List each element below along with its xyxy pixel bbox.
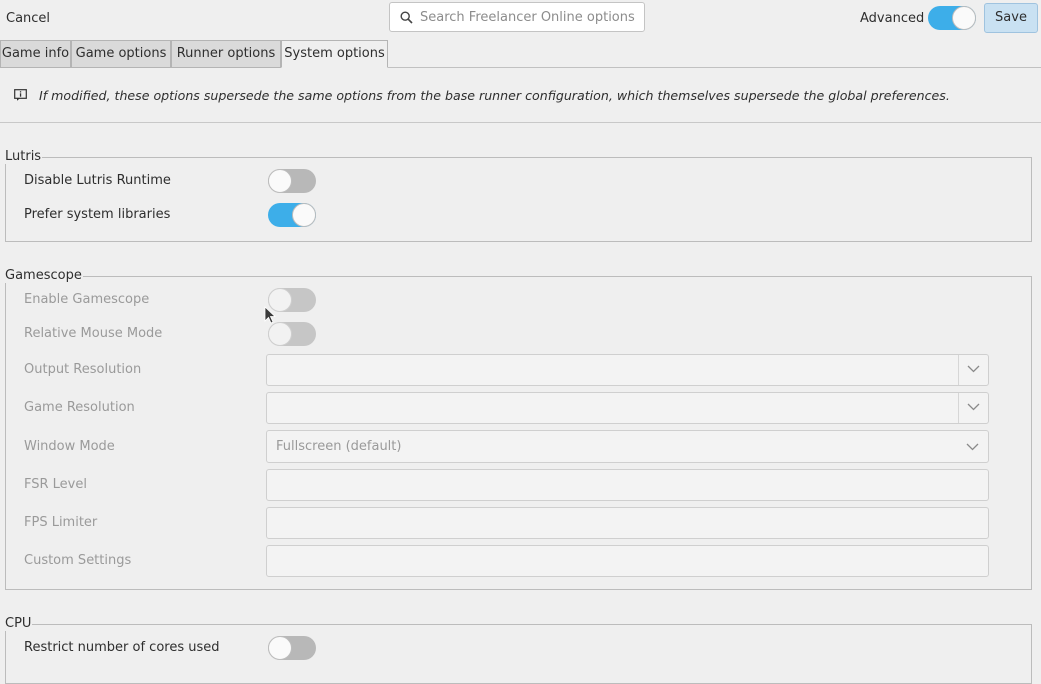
search-input[interactable] [420, 8, 638, 27]
toggle-knob [292, 203, 316, 227]
cancel-button[interactable]: Cancel [6, 11, 50, 26]
save-button[interactable]: Save [984, 3, 1038, 33]
chevron-down-icon [966, 443, 979, 451]
toggle-knob [268, 322, 292, 346]
advanced-toggle[interactable] [928, 6, 976, 30]
fsr-level-input[interactable] [266, 469, 989, 501]
toggle-knob [268, 636, 292, 660]
search-icon [400, 11, 413, 24]
prefer-system-libs-toggle[interactable] [268, 203, 316, 227]
info-message: If modified, these options supersede the… [39, 88, 950, 103]
info-icon [14, 89, 27, 101]
enable-gamescope-label: Enable Gamescope [24, 292, 150, 307]
chevron-down-icon [967, 403, 980, 411]
output-resolution-label: Output Resolution [24, 362, 142, 377]
tab-runner-options[interactable]: Runner options [171, 40, 281, 68]
mouse-cursor-icon [264, 306, 276, 324]
tab-game-options[interactable]: Game options [71, 40, 171, 68]
relative-mouse-toggle[interactable] [268, 322, 316, 346]
restrict-cores-toggle[interactable] [268, 636, 316, 660]
disable-runtime-label: Disable Lutris Runtime [24, 173, 171, 188]
cpu-section-title: CPU [5, 616, 33, 631]
restrict-cores-label: Restrict number of cores used [24, 640, 220, 655]
output-resolution-combo[interactable] [266, 354, 989, 386]
window-mode-value: Fullscreen (default) [276, 439, 402, 454]
lutris-section [5, 157, 1032, 242]
custom-settings-label: Custom Settings [24, 553, 132, 568]
game-resolution-combo[interactable] [266, 392, 989, 424]
relative-mouse-label: Relative Mouse Mode [24, 326, 163, 341]
fsr-level-label: FSR Level [24, 477, 87, 492]
window-mode-select[interactable]: Fullscreen (default) [266, 430, 989, 463]
custom-settings-input[interactable] [266, 545, 989, 577]
info-divider [0, 122, 1041, 123]
toggle-knob [268, 169, 292, 193]
chevron-down-icon [967, 365, 980, 373]
window-mode-label: Window Mode [24, 439, 115, 454]
tab-system-options[interactable]: System options [281, 40, 388, 68]
search-box[interactable] [389, 2, 645, 32]
lutris-section-title: Lutris [5, 149, 43, 164]
fps-limiter-label: FPS Limiter [24, 515, 98, 530]
advanced-label: Advanced [860, 11, 925, 26]
game-resolution-label: Game Resolution [24, 400, 135, 415]
fps-limiter-input[interactable] [266, 507, 989, 539]
toggle-knob [952, 6, 976, 30]
prefer-system-libs-label: Prefer system libraries [24, 207, 171, 222]
gamescope-section-title: Gamescope [5, 268, 83, 283]
tab-game-info[interactable]: Game info [0, 40, 71, 68]
combo-separator [958, 355, 959, 385]
combo-separator [958, 393, 959, 423]
disable-runtime-toggle[interactable] [268, 169, 316, 193]
